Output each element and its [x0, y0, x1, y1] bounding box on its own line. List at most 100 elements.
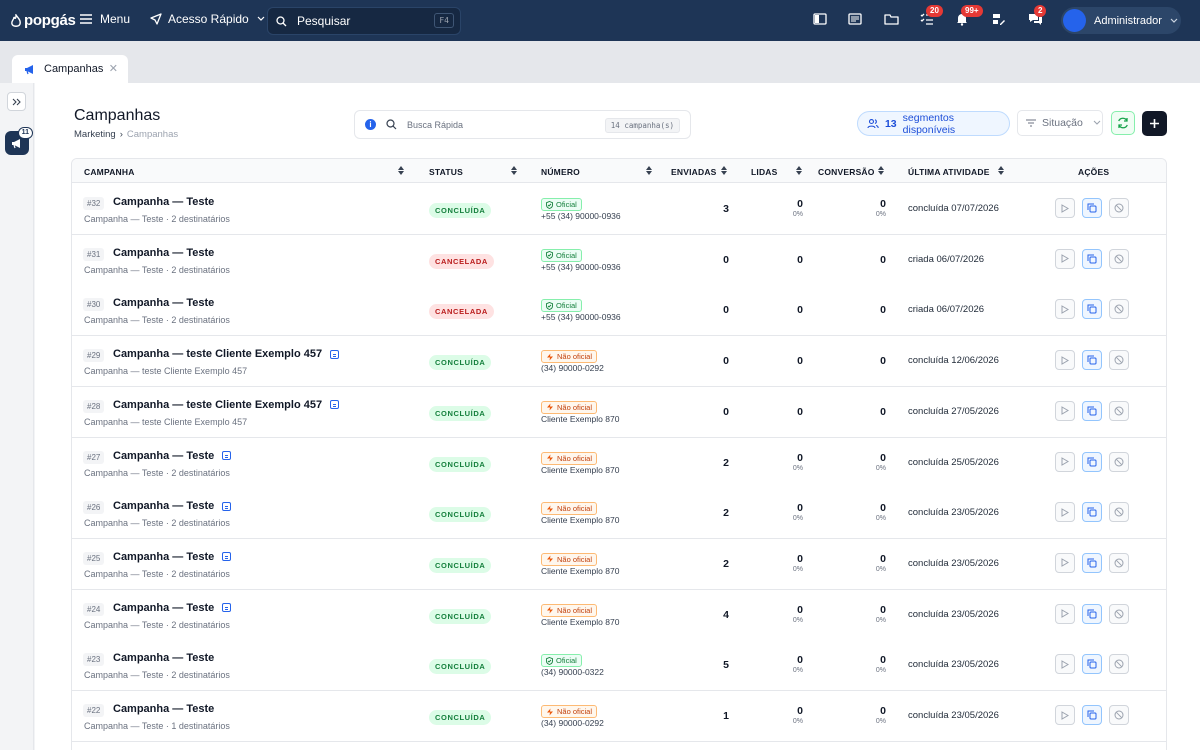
play-button[interactable] [1055, 248, 1075, 269]
cancel-campaign-button[interactable] [1109, 350, 1129, 371]
menu-button[interactable]: Menu [80, 12, 130, 26]
table-row[interactable]: #32 Campanha — Teste Campanha — Teste · 2 … [72, 184, 1166, 235]
info-icon[interactable]: i [365, 119, 376, 130]
campaign-name[interactable]: Campanha — Teste [113, 196, 214, 208]
folder-icon[interactable] [884, 12, 900, 28]
play-button[interactable] [1055, 400, 1075, 421]
sort-icon[interactable] [998, 166, 1004, 176]
campaign-name[interactable]: Campanha — Teste [113, 297, 214, 309]
tab-campanhas[interactable]: Campanhas ✕ [12, 55, 128, 83]
campaign-name[interactable]: Campanha — Teste [113, 500, 232, 512]
breadcrumb-item-marketing[interactable]: Marketing [74, 129, 116, 140]
campaign-name[interactable]: Campanha — Teste [113, 652, 214, 664]
duplicate-button[interactable] [1082, 603, 1102, 624]
rail-app-campanhas[interactable]: 11 [5, 127, 33, 155]
play-button[interactable] [1055, 603, 1075, 624]
campaign-name-text: Campanha — Teste [113, 703, 215, 715]
play-button[interactable] [1055, 705, 1075, 725]
col-campanha[interactable]: CAMPANHA [84, 167, 135, 177]
status-badge: CONCLUÍDA [429, 355, 492, 371]
play-button[interactable] [1055, 654, 1075, 675]
play-button[interactable] [1055, 350, 1075, 371]
campaign-name[interactable]: Campanha — Teste [113, 703, 214, 715]
play-button[interactable] [1055, 299, 1075, 320]
duplicate-button[interactable] [1082, 552, 1102, 573]
duplicate-button[interactable] [1082, 400, 1102, 421]
expand-sidebar-button[interactable] [7, 92, 26, 111]
tasks-icon[interactable]: 20 [920, 5, 943, 28]
play-button[interactable] [1055, 502, 1075, 523]
table-row[interactable]: #28 Campanha — teste Cliente Exemplo 457 C… [72, 386, 1166, 438]
col-lidas[interactable]: LIDAS [751, 167, 778, 177]
cancel-campaign-button[interactable] [1109, 603, 1129, 624]
app-logo[interactable]: popgás [10, 12, 76, 29]
duplicate-button[interactable] [1082, 299, 1102, 320]
table-row[interactable]: #25 Campanha — Teste Campanha — Teste · 2 … [72, 538, 1166, 590]
user-menu[interactable]: Administrador [1061, 7, 1181, 34]
sort-icon[interactable] [646, 166, 652, 176]
news-icon[interactable] [848, 12, 864, 28]
campaign-name[interactable]: Campanha — teste Cliente Exemplo 457 [113, 348, 340, 360]
play-button[interactable] [1055, 451, 1075, 472]
table-row[interactable]: #29 Campanha — teste Cliente Exemplo 457 C… [72, 336, 1166, 388]
table-row[interactable]: #24 Campanha — Teste Campanha — Teste · 2 … [72, 589, 1166, 641]
play-button[interactable] [1055, 198, 1075, 218]
last-activity: concluída 07/07/2026 [908, 203, 999, 214]
situation-select[interactable]: Situação [1017, 110, 1103, 136]
cancel-campaign-button[interactable] [1109, 502, 1129, 523]
cancel-campaign-button[interactable] [1109, 705, 1129, 725]
conversion-count: 0 [880, 304, 886, 317]
cancel-campaign-button[interactable] [1109, 299, 1129, 320]
table-row[interactable]: #23 Campanha — Teste Campanha — Teste · 2 … [72, 640, 1166, 692]
campaign-name[interactable]: Campanha — Teste [113, 551, 232, 563]
campaign-id: #22 [83, 704, 105, 717]
duplicate-button[interactable] [1082, 350, 1102, 371]
duplicate-button[interactable] [1082, 654, 1102, 675]
quick-search-input[interactable]: i Busca Rápida 14 campanha(s) [354, 110, 691, 139]
campaign-name[interactable]: Campanha — Teste [113, 450, 232, 462]
campaign-name[interactable]: Campanha — teste Cliente Exemplo 457 [113, 399, 340, 411]
duplicate-button[interactable] [1082, 248, 1102, 269]
col-acoes: AÇÕES [1078, 167, 1110, 177]
sort-icon[interactable] [511, 166, 517, 176]
table-row[interactable]: #27 Campanha — Teste Campanha — Teste · 2 … [72, 437, 1166, 489]
cancel-campaign-button[interactable] [1109, 248, 1129, 269]
col-numero[interactable]: NÚMERO [541, 167, 580, 177]
duplicate-button[interactable] [1082, 705, 1102, 725]
table-row[interactable]: #26 Campanha — Teste Campanha — Teste · 2 … [72, 488, 1166, 540]
cancel-campaign-button[interactable] [1109, 654, 1129, 675]
number-type-badge: Não oficial [541, 603, 598, 617]
chat-icon[interactable]: 2 [1028, 5, 1047, 28]
col-ultima-atividade[interactable]: ÚLTIMA ATIVIDADE [908, 167, 990, 177]
close-icon[interactable]: ✕ [109, 62, 118, 75]
duplicate-button[interactable] [1082, 502, 1102, 523]
quick-access-button[interactable]: Acesso Rápido [150, 12, 265, 26]
refresh-button[interactable] [1111, 111, 1135, 135]
col-status[interactable]: STATUS [429, 167, 463, 177]
campaign-name[interactable]: Campanha — Teste [113, 602, 232, 614]
campaign-id: #24 [83, 602, 105, 616]
sort-icon[interactable] [878, 166, 884, 176]
cancel-campaign-button[interactable] [1109, 400, 1129, 421]
table-row[interactable]: #30 Campanha — Teste Campanha — Teste · 2 … [72, 285, 1166, 337]
add-campaign-button[interactable] [1142, 111, 1167, 136]
col-conversao[interactable]: CONVERSÃO [818, 167, 875, 177]
edit-document-icon[interactable] [991, 12, 1007, 28]
play-button[interactable] [1055, 552, 1075, 573]
campaign-name[interactable]: Campanha — Teste [113, 247, 214, 259]
bell-icon[interactable]: 99+ [955, 5, 983, 28]
duplicate-button[interactable] [1082, 451, 1102, 472]
sort-icon[interactable] [796, 166, 802, 176]
table-row[interactable]: #31 Campanha — Teste Campanha — Teste · 2 … [72, 234, 1166, 286]
cancel-campaign-button[interactable] [1109, 198, 1129, 218]
cancel-campaign-button[interactable] [1109, 552, 1129, 573]
segments-button[interactable]: 13 segmentos disponíveis [857, 111, 1010, 136]
col-enviadas[interactable]: ENVIADAS [671, 167, 717, 177]
table-row[interactable]: #22 Campanha — Teste Campanha — Teste · 1 … [72, 691, 1166, 742]
sort-icon[interactable] [398, 166, 404, 176]
global-search-input[interactable]: Pesquisar F4 [267, 7, 461, 35]
duplicate-button[interactable] [1082, 198, 1102, 218]
sort-icon[interactable] [721, 166, 727, 176]
cancel-campaign-button[interactable] [1109, 451, 1129, 472]
layout-icon[interactable] [813, 12, 829, 28]
